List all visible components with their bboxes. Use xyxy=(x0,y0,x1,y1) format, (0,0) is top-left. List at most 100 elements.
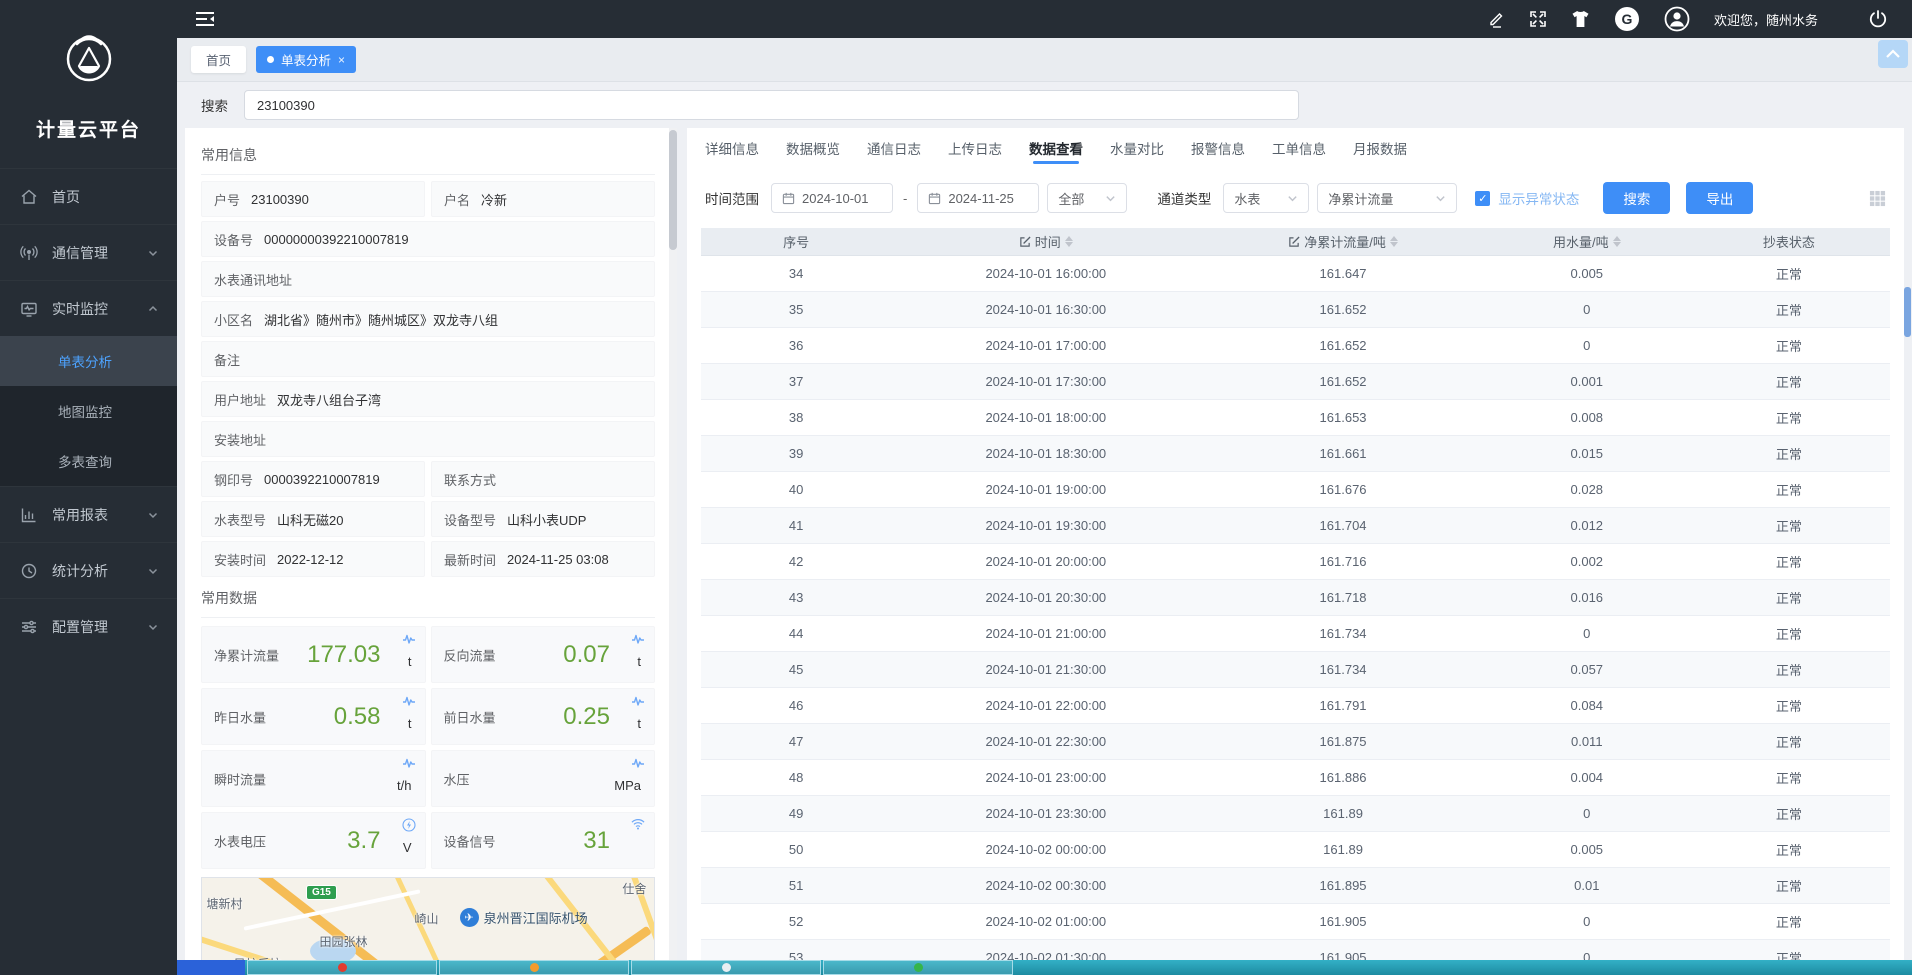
pulse-icon[interactable] xyxy=(402,632,416,646)
pulse-icon[interactable] xyxy=(402,694,416,708)
table-row[interactable]: 532024-10-02 01:30:00161.9050正常 xyxy=(701,940,1890,960)
table-row[interactable]: 432024-10-01 20:30:00161.7180.016正常 xyxy=(701,580,1890,616)
welcome-text: 欢迎您，随州水务 xyxy=(1714,10,1818,29)
table-row[interactable]: 422024-10-01 20:00:00161.7160.002正常 xyxy=(701,544,1890,580)
detail-tab-1[interactable]: 详细信息 xyxy=(705,128,759,168)
sidebar-item-home[interactable]: 首页 xyxy=(0,168,177,224)
airplane-icon: ✈ xyxy=(460,908,479,927)
pulse-icon[interactable] xyxy=(631,756,645,770)
metric-unit: V xyxy=(403,840,412,855)
sort-carets-icon[interactable] xyxy=(1065,236,1073,247)
detail-tab-4[interactable]: 上传日志 xyxy=(948,128,1002,168)
channel-select[interactable]: 水表 xyxy=(1223,183,1309,213)
table-row[interactable]: 402024-10-01 19:00:00161.6760.028正常 xyxy=(701,472,1890,508)
airport-marker[interactable]: ✈泉州晋江国际机场 xyxy=(460,908,588,927)
end-date-input[interactable]: 2024-11-25 xyxy=(917,183,1039,213)
edit-column-icon[interactable] xyxy=(1019,236,1031,248)
sidebar-subitem-single-meter-analysis[interactable]: 单表分析 xyxy=(0,336,177,386)
shirt-icon[interactable] xyxy=(1571,10,1590,28)
detail-tab-9[interactable]: 月报数据 xyxy=(1353,128,1407,168)
g-badge-icon[interactable]: G xyxy=(1614,6,1640,32)
table-row[interactable]: 482024-10-01 23:00:00161.8860.004正常 xyxy=(701,760,1890,796)
power-icon[interactable] xyxy=(1868,9,1888,29)
detail-tab-6[interactable]: 水量对比 xyxy=(1110,128,1164,168)
table-row[interactable]: 502024-10-02 00:00:00161.890.005正常 xyxy=(701,832,1890,868)
search-input[interactable] xyxy=(244,90,1299,120)
sidebar-subitem-map-monitor[interactable]: 地图监控 xyxy=(0,386,177,436)
sidebar-item-realtime-monitor[interactable]: 实时监控 xyxy=(0,280,177,336)
sidebar-item-comm-mgmt[interactable]: 通信管理 xyxy=(0,224,177,280)
back-to-top-button[interactable] xyxy=(1878,40,1908,68)
detail-tab-3[interactable]: 通信日志 xyxy=(867,128,921,168)
avatar-icon[interactable] xyxy=(1664,6,1690,32)
granularity-select[interactable]: 全部 xyxy=(1047,183,1127,213)
table-cell: 0.004 xyxy=(1486,770,1688,785)
edit-icon[interactable] xyxy=(1487,10,1505,28)
table-row[interactable]: 382024-10-01 18:00:00161.6530.008正常 xyxy=(701,400,1890,436)
table-row[interactable]: 462024-10-01 22:00:00161.7910.084正常 xyxy=(701,688,1890,724)
page-scroll-thumb[interactable] xyxy=(1904,287,1911,337)
table-row[interactable]: 372024-10-01 17:30:00161.6520.001正常 xyxy=(701,364,1890,400)
taskbar-app[interactable] xyxy=(177,960,245,975)
table-row[interactable]: 512024-10-02 00:30:00161.8950.01正常 xyxy=(701,868,1890,904)
taskbar-window[interactable] xyxy=(247,960,437,975)
pulse-icon[interactable] xyxy=(631,632,645,646)
table-cell: 161.704 xyxy=(1200,518,1485,533)
table-row[interactable]: 392024-10-01 18:30:00161.6610.015正常 xyxy=(701,436,1890,472)
submenu-realtime-monitor: 单表分析地图监控多表查询 xyxy=(0,336,177,486)
sidebar-item-config-mgmt[interactable]: 配置管理 xyxy=(0,598,177,654)
sort-carets-icon[interactable] xyxy=(1390,236,1398,247)
edit-column-icon[interactable] xyxy=(1288,236,1300,248)
pulse-icon[interactable] xyxy=(402,756,416,770)
metric-unit: t xyxy=(408,716,412,731)
detail-tab-7[interactable]: 报警信息 xyxy=(1191,128,1245,168)
sort-carets-icon[interactable] xyxy=(1613,236,1621,247)
info-field-row: 安装地址 xyxy=(201,421,655,457)
taskbar-window[interactable] xyxy=(439,960,629,975)
column-header[interactable]: 用水量/吨 xyxy=(1486,232,1688,251)
metric-unit: MPa xyxy=(614,778,641,793)
pulse-icon[interactable] xyxy=(631,694,645,708)
detail-tab-8[interactable]: 工单信息 xyxy=(1272,128,1326,168)
wifi-icon[interactable] xyxy=(631,818,645,832)
taskbar-window[interactable] xyxy=(631,960,821,975)
sidebar-subitem-multi-meter-query[interactable]: 多表查询 xyxy=(0,436,177,486)
table-row[interactable]: 452024-10-01 21:30:00161.7340.057正常 xyxy=(701,652,1890,688)
table-cell: 正常 xyxy=(1688,372,1890,391)
start-date-input[interactable]: 2024-10-01 xyxy=(771,183,893,213)
table-cell: 正常 xyxy=(1688,624,1890,643)
search-row: 搜索 xyxy=(177,82,1912,128)
table-row[interactable]: 412024-10-01 19:30:00161.7040.012正常 xyxy=(701,508,1890,544)
table-row[interactable]: 472024-10-01 22:30:00161.8750.011正常 xyxy=(701,724,1890,760)
column-settings-icon[interactable] xyxy=(1869,190,1886,207)
fullscreen-icon[interactable] xyxy=(1529,10,1547,28)
sidebar-item-common-reports[interactable]: 常用报表 xyxy=(0,486,177,542)
detail-tab-2[interactable]: 数据概览 xyxy=(786,128,840,168)
column-header[interactable]: 时间 xyxy=(891,232,1200,251)
detail-tab-5[interactable]: 数据查看 xyxy=(1029,128,1083,168)
collapse-sidebar-icon[interactable] xyxy=(195,11,215,27)
left-panel-scroll-thumb[interactable] xyxy=(669,130,677,250)
meter-detail-panel: 详细信息数据概览通信日志上传日志数据查看水量对比报警信息工单信息月报数据 时间范… xyxy=(687,128,1904,960)
export-button[interactable]: 导出 xyxy=(1686,182,1753,214)
left-panel-scrollbar[interactable] xyxy=(669,128,677,960)
show-abnormal-checkbox[interactable]: ✓ xyxy=(1475,191,1490,206)
location-map[interactable]: G15G15塘新村田园张林崎山风炉后坑镇霞村晋江市后林杏坂社区仕舍✈泉州晋江国际… xyxy=(201,877,655,960)
table-row[interactable]: 442024-10-01 21:00:00161.7340正常 xyxy=(701,616,1890,652)
table-row[interactable]: 352024-10-01 16:30:00161.6520正常 xyxy=(701,292,1890,328)
close-tab-icon[interactable]: × xyxy=(338,53,345,67)
show-abnormal-label[interactable]: 显示异常状态 xyxy=(1498,188,1579,208)
table-row[interactable]: 362024-10-01 17:00:00161.6520正常 xyxy=(701,328,1890,364)
table-row[interactable]: 492024-10-01 23:30:00161.890正常 xyxy=(701,796,1890,832)
table-row[interactable]: 522024-10-02 01:00:00161.9050正常 xyxy=(701,904,1890,940)
column-header[interactable]: 净累计流量/吨 xyxy=(1200,232,1485,251)
bolt-icon[interactable] xyxy=(402,818,416,832)
tab-single-meter-analysis[interactable]: 单表分析 × xyxy=(256,46,356,73)
search-button[interactable]: 搜索 xyxy=(1603,182,1670,214)
taskbar-window[interactable] xyxy=(823,960,1013,975)
metric-select[interactable]: 净累计流量 xyxy=(1317,183,1457,213)
table-cell: 2024-10-01 16:00:00 xyxy=(891,266,1200,281)
table-row[interactable]: 342024-10-01 16:00:00161.6470.005正常 xyxy=(701,256,1890,292)
tab-home[interactable]: 首页 xyxy=(191,46,246,73)
sidebar-item-stats-analysis[interactable]: 统计分析 xyxy=(0,542,177,598)
